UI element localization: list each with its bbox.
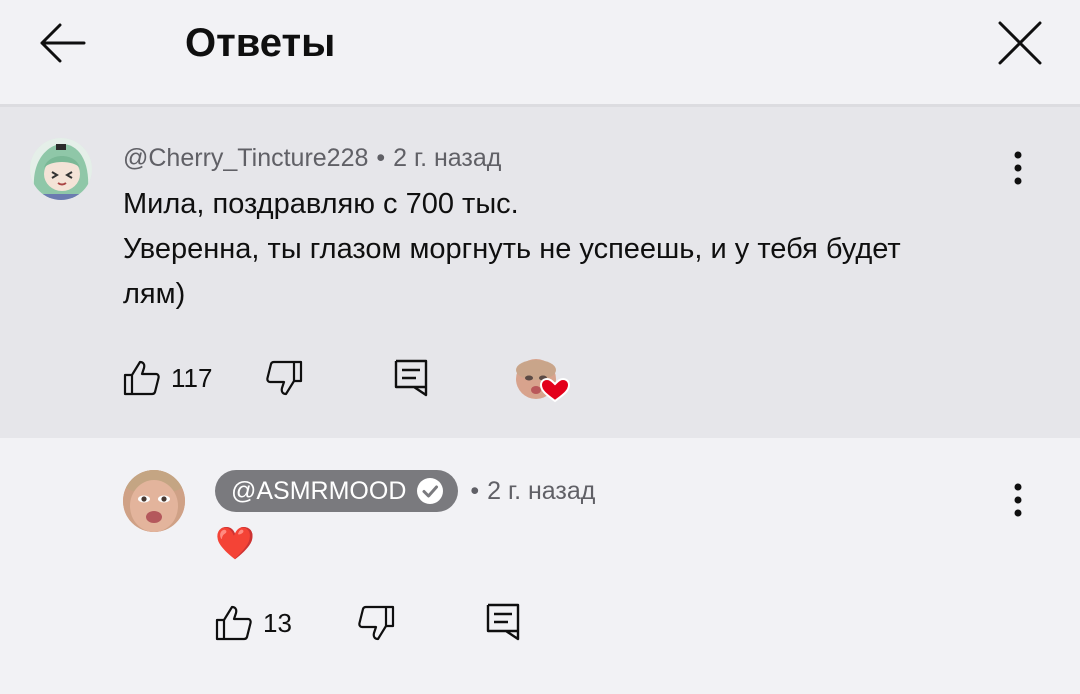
close-icon xyxy=(998,21,1042,65)
like-button[interactable]: 117 xyxy=(123,360,212,396)
thumbs-up-icon xyxy=(123,360,160,396)
separator: • xyxy=(470,477,480,505)
comment-line: Мила, поздравляю с 700 тыс. xyxy=(123,188,519,220)
avatar[interactable] xyxy=(123,470,185,532)
more-vert-icon xyxy=(1014,151,1022,185)
channel-owner-badge[interactable]: @ASMRMOOD xyxy=(215,470,459,512)
back-button[interactable] xyxy=(32,18,92,68)
comment-line: Уверенна, ты глазом моргнуть не успеешь,… xyxy=(123,233,901,265)
comment-text: Мила, поздравляю с 700 тыс. Уверенна, ты… xyxy=(123,182,1023,317)
creator-avatar-heart-icon xyxy=(516,359,571,403)
comment-line: лям) xyxy=(123,278,186,310)
anime-avatar-icon xyxy=(30,138,92,200)
arrow-left-icon xyxy=(40,23,86,63)
thumbs-up-icon xyxy=(215,605,252,641)
like-count: 13 xyxy=(263,607,292,638)
timestamp: 2 г. назад xyxy=(487,477,596,505)
close-button[interactable] xyxy=(990,15,1050,71)
page-title: Ответы xyxy=(185,21,336,65)
more-vert-icon xyxy=(1014,483,1022,517)
dislike-button[interactable] xyxy=(357,605,395,641)
creator-heart-badge xyxy=(515,358,571,404)
more-options-button[interactable] xyxy=(998,143,1038,193)
like-button[interactable]: 13 xyxy=(215,605,292,641)
reply-button[interactable] xyxy=(394,359,428,397)
face-avatar-icon xyxy=(123,470,185,532)
timestamp: 2 г. назад xyxy=(393,144,502,172)
thumbs-down-icon xyxy=(266,360,303,396)
main-comment: @Cherry_Tincture228 • 2 г. назад Мила, п… xyxy=(0,107,1080,438)
comment-icon xyxy=(394,359,428,397)
author-name: @ASMRMOOD xyxy=(231,477,407,505)
top-bar: Ответы xyxy=(0,0,1080,107)
like-count: 117 xyxy=(171,362,213,393)
dislike-button[interactable] xyxy=(265,360,303,396)
reply-button[interactable] xyxy=(486,603,520,641)
author-name[interactable]: @Cherry_Tincture228 xyxy=(123,143,368,173)
more-options-button[interactable] xyxy=(998,475,1038,525)
verified-icon xyxy=(416,477,444,505)
thumbs-down-icon xyxy=(358,605,395,641)
comment-meta: @Cherry_Tincture228 • 2 г. назад xyxy=(123,143,501,173)
avatar[interactable] xyxy=(30,138,92,200)
separator: • xyxy=(376,144,386,172)
reply-comment: @ASMRMOOD • 2 г. назад ❤️ 13 xyxy=(0,438,1080,694)
comment-icon xyxy=(486,603,520,641)
comment-text: ❤️ xyxy=(215,525,255,561)
comment-meta: @ASMRMOOD • 2 г. назад xyxy=(215,470,595,512)
